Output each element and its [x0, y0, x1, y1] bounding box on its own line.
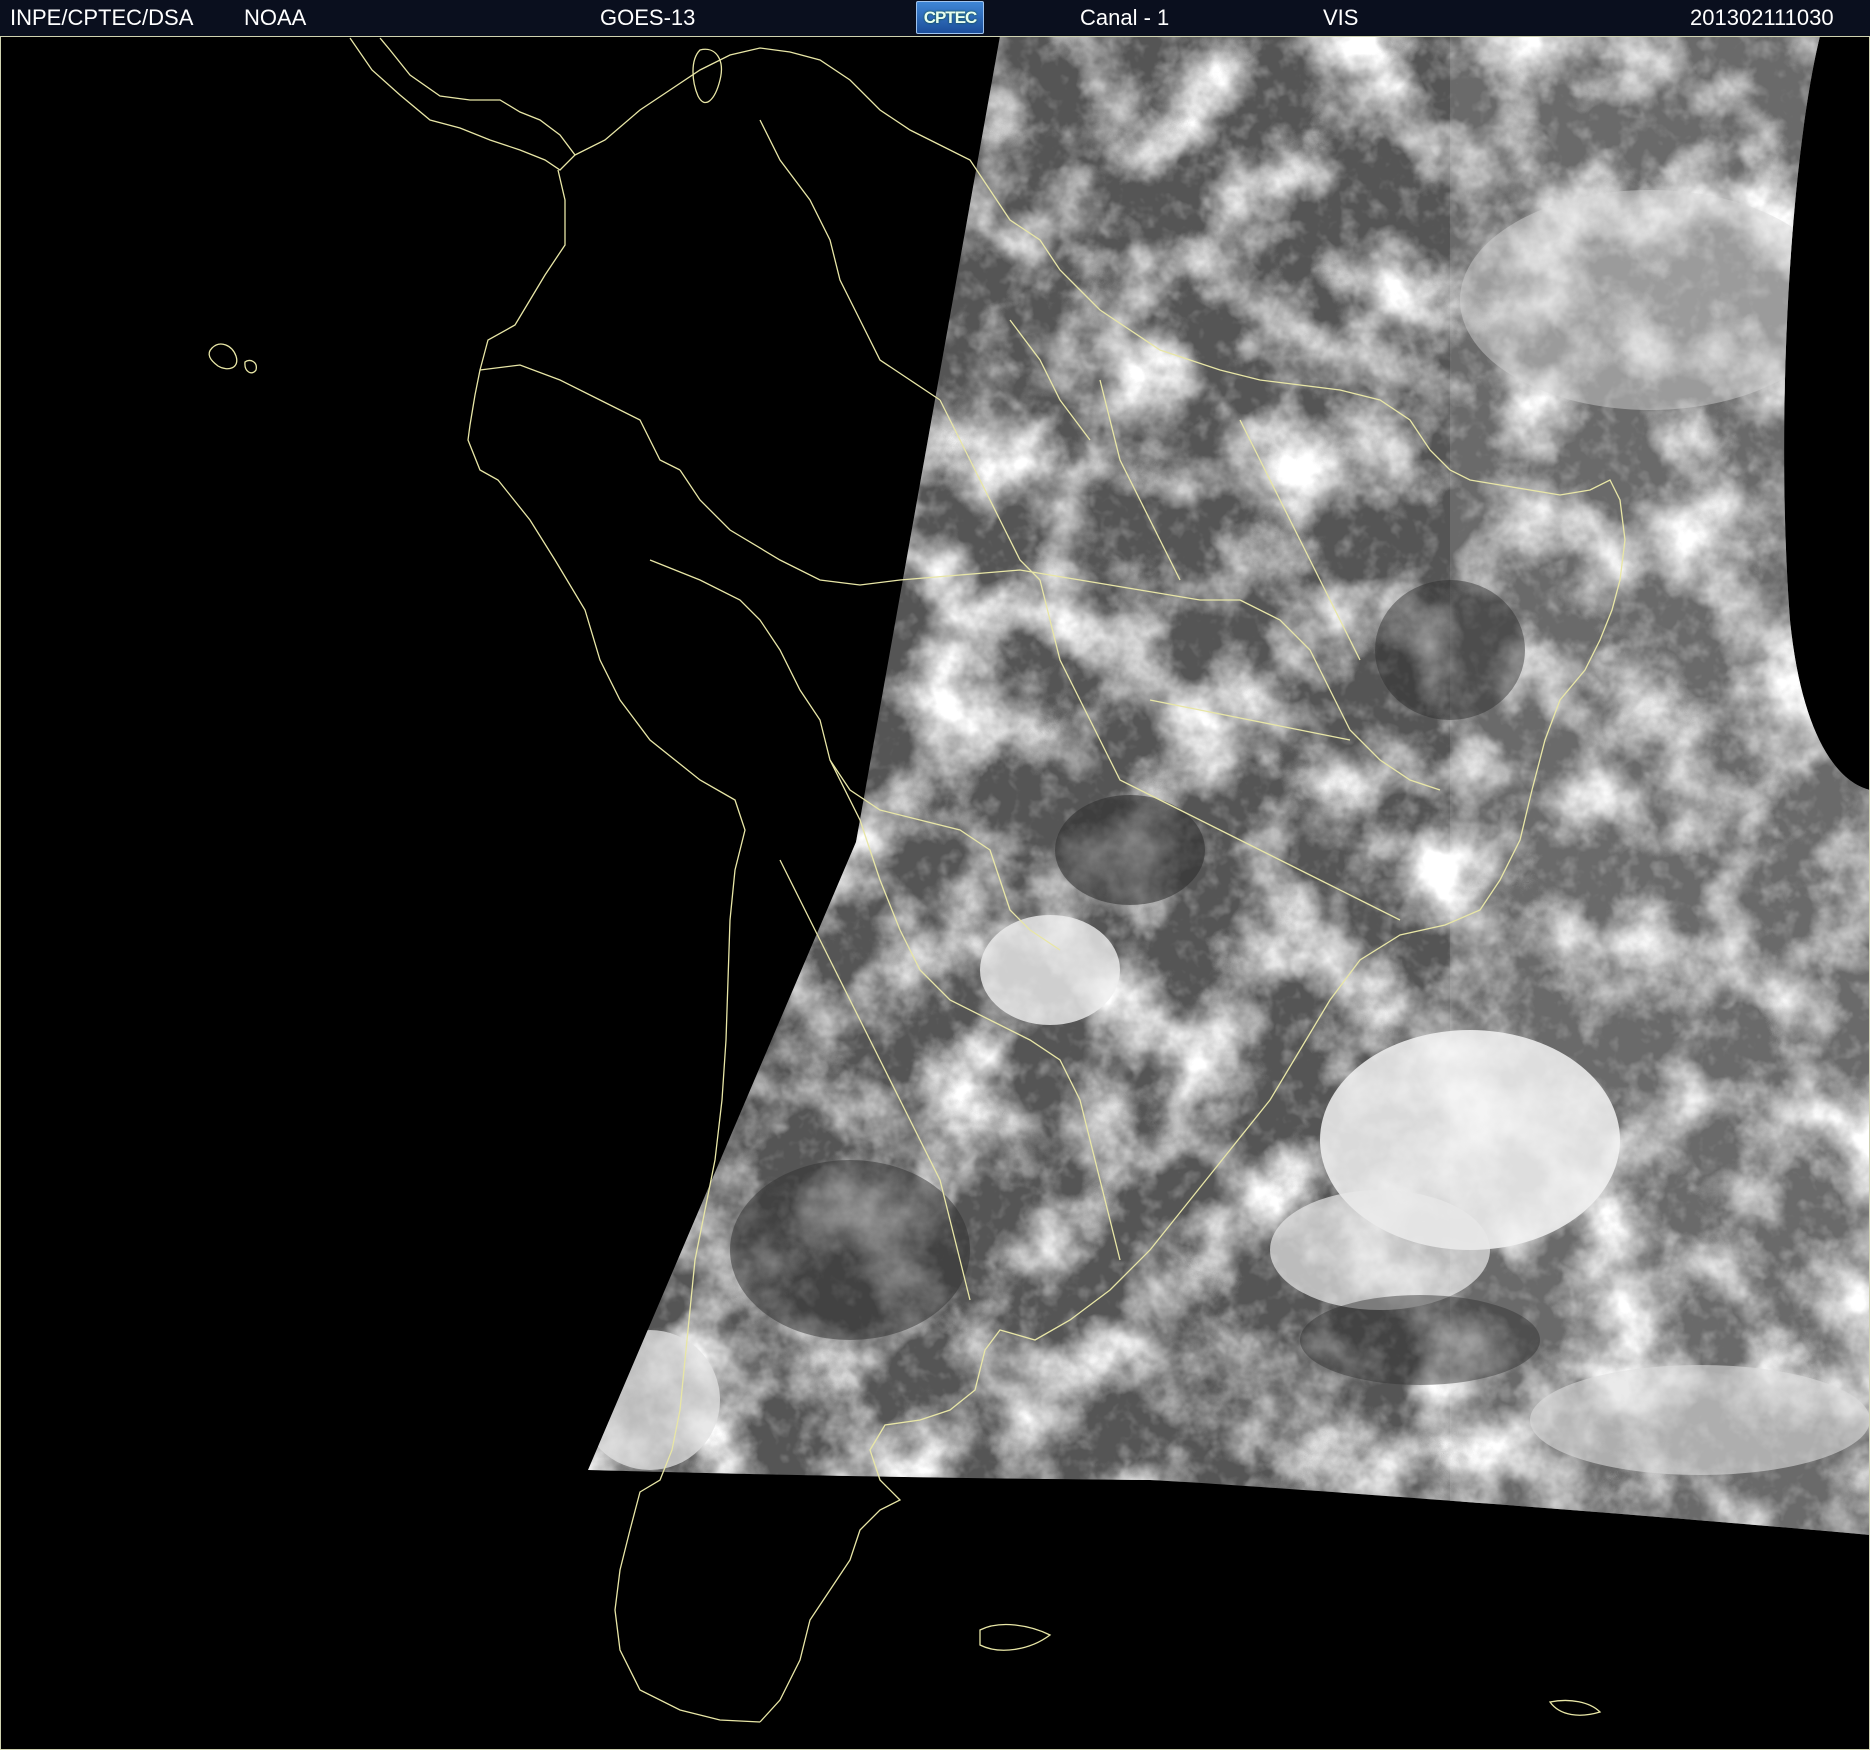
logo-text: CPTEC	[923, 8, 978, 27]
timestamp-label: 201302111030	[1690, 5, 1834, 30]
channel-label: Canal - 1	[1080, 5, 1170, 30]
band-label: VIS	[1323, 5, 1359, 30]
satellite-image	[208, 36, 1870, 1723]
provider-label: NOAA	[244, 5, 307, 30]
satellite-label: GOES-13	[600, 5, 696, 30]
cptec-logo-icon: CPTEC	[916, 1, 984, 34]
image-header-bar: INPE/CPTEC/DSA NOAA GOES-13 CPTEC Canal …	[0, 0, 1870, 37]
visible-channel-disk	[588, 36, 1870, 1535]
agency-label: INPE/CPTEC/DSA	[10, 5, 194, 30]
